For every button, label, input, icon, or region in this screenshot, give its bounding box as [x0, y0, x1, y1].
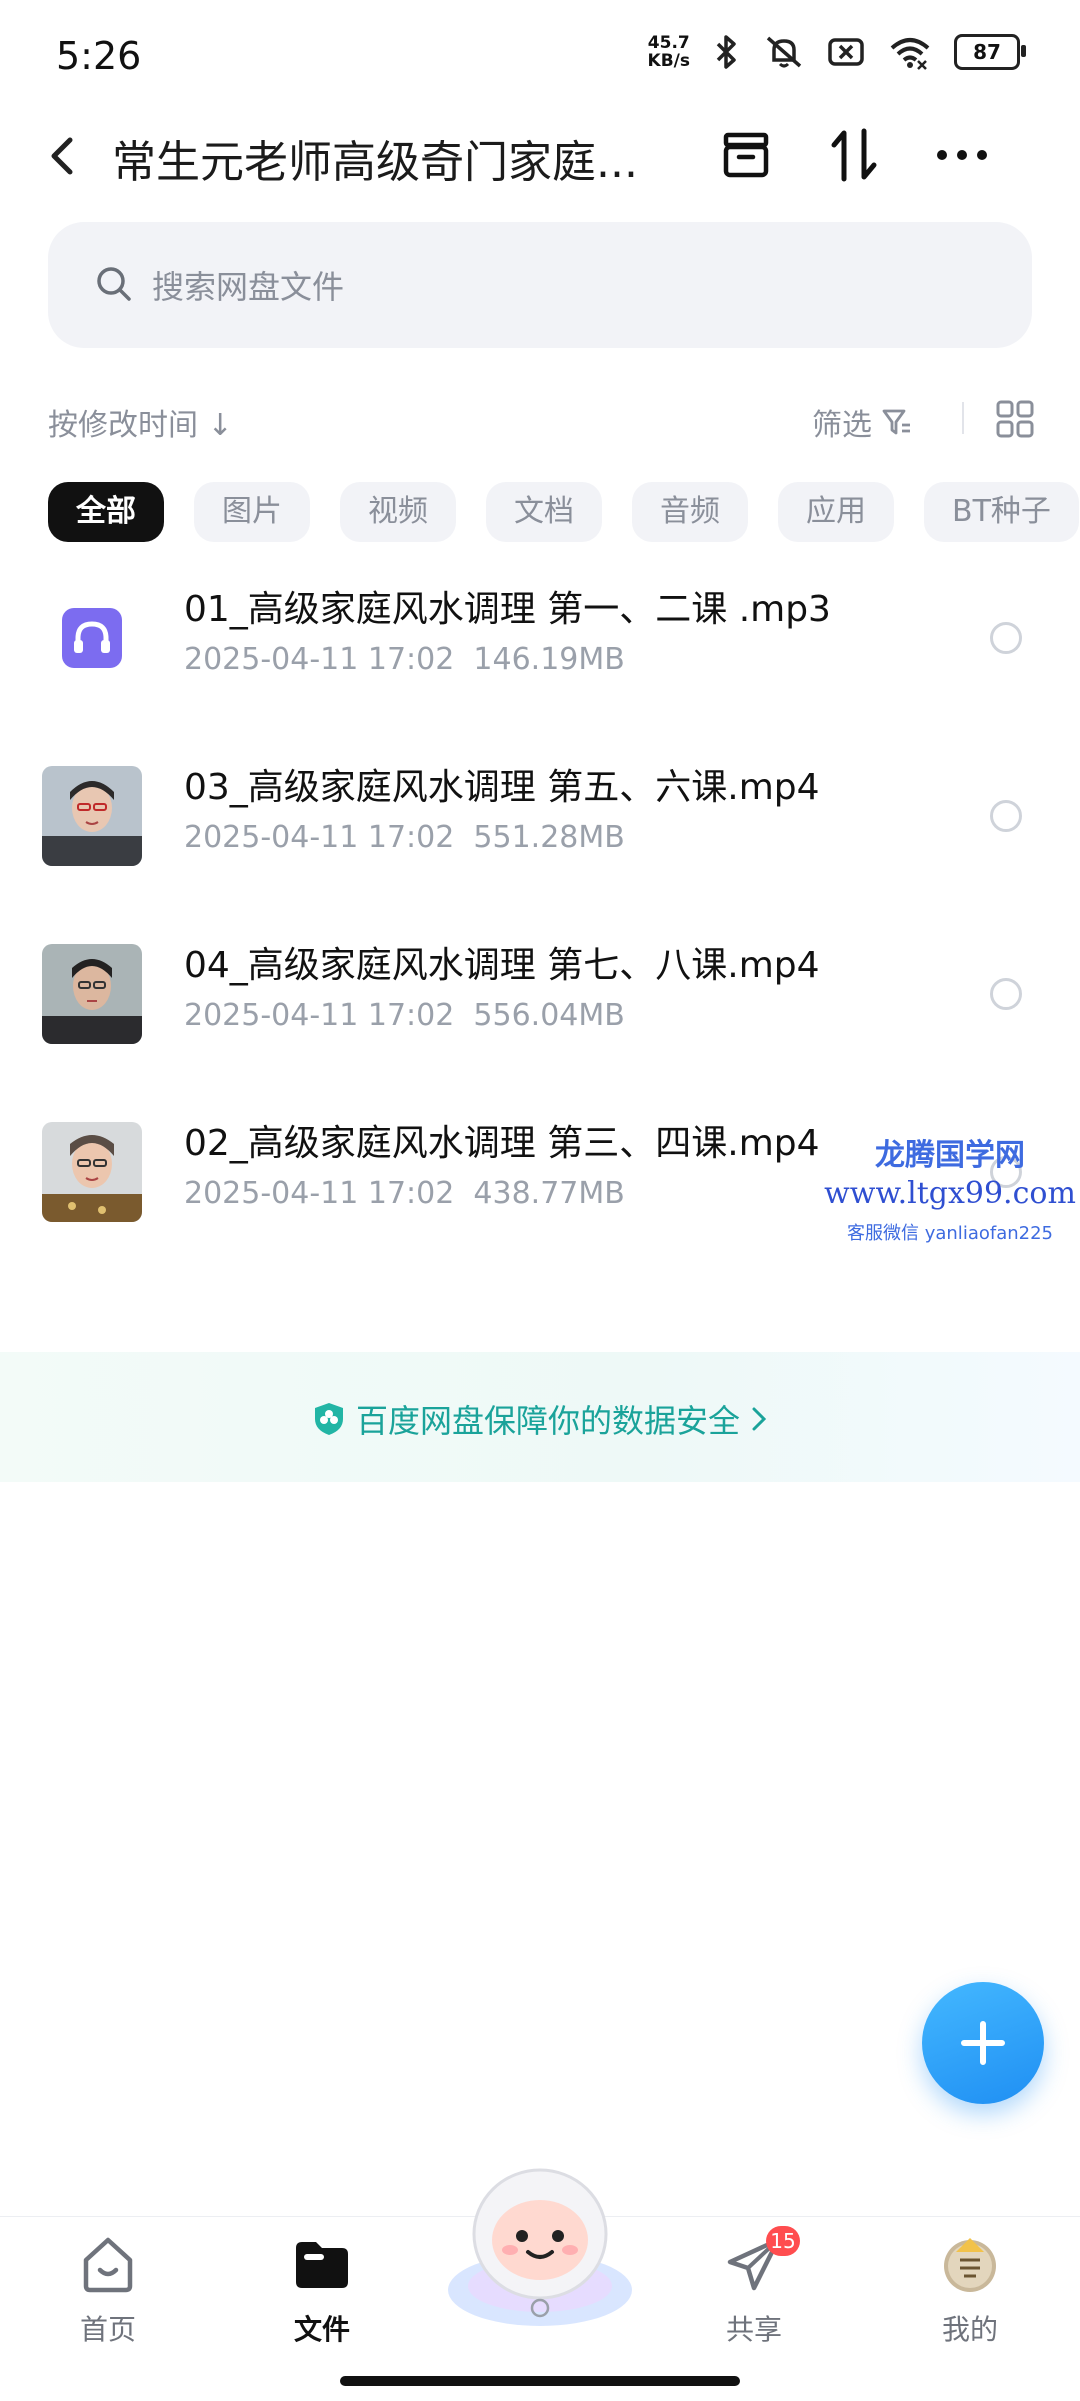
- nav-share-label: 共享: [725, 2313, 782, 2346]
- status-bar: 5:26 45.7 KB/s 87: [0, 0, 1080, 110]
- more-icon: [937, 150, 987, 160]
- file-name: 01_高级家庭风水调理 第一、二课 .mp3: [184, 589, 831, 630]
- category-tabs: 全部 图片 视频 文档 音频 应用 BT种子: [48, 482, 1079, 542]
- home-indicator[interactable]: [340, 2376, 740, 2386]
- tab-bt-torrents[interactable]: BT种子: [924, 482, 1079, 542]
- watermark-title: 龙腾国学网: [875, 1138, 1025, 1173]
- person-portrait-thumbnail: [42, 1122, 142, 1222]
- file-row[interactable]: 04_高级家庭风水调理 第七、八课.mp4 2025-04-11 17:02 5…: [0, 944, 1080, 1122]
- wifi-icon: [890, 38, 930, 70]
- audio-file-icon: [62, 608, 122, 668]
- security-banner[interactable]: 百度网盘保障你的数据安全: [0, 1396, 1080, 1442]
- chevron-left-icon[interactable]: [42, 128, 82, 184]
- video-thumbnail: [42, 944, 142, 1044]
- archive-button[interactable]: [714, 120, 778, 190]
- file-meta: 2025-04-11 17:02 556.04MB: [184, 998, 625, 1033]
- file-meta: 2025-04-11 17:02 438.77MB: [184, 1176, 625, 1211]
- net-speed-value: 45.7: [647, 33, 690, 53]
- plus-icon: [961, 2021, 1005, 2065]
- mascot-icon[interactable]: [440, 2160, 640, 2330]
- file-date: 2025-04-11 17:02: [184, 998, 455, 1033]
- tab-all[interactable]: 全部: [48, 482, 164, 542]
- mute-bell-icon: [766, 36, 802, 68]
- file-size: 551.28MB: [473, 820, 625, 855]
- file-row[interactable]: 03_高级家庭风水调理 第五、六课.mp4 2025-04-11 17:02 5…: [0, 766, 1080, 944]
- sort-button[interactable]: [822, 120, 886, 190]
- security-banner-text: 百度网盘保障你的数据安全: [355, 1402, 740, 1440]
- home-icon: [83, 2237, 133, 2293]
- sim-off-icon: [828, 38, 864, 66]
- video-thumbnail: [42, 1122, 142, 1222]
- filter-label: 筛选: [812, 408, 872, 443]
- tab-apps[interactable]: 应用: [778, 482, 894, 542]
- filter-icon: [882, 409, 910, 435]
- file-size: 146.19MB: [473, 642, 625, 677]
- select-radio[interactable]: [990, 800, 1022, 832]
- tab-audio[interactable]: 音频: [632, 482, 748, 542]
- person-portrait-thumbnail: [42, 766, 142, 866]
- file-date: 2025-04-11 17:02: [184, 642, 455, 677]
- avatar-icon: [944, 2238, 996, 2292]
- file-name: 04_高级家庭风水调理 第七、八课.mp4: [184, 945, 820, 986]
- tab-documents[interactable]: 文档: [486, 482, 602, 542]
- file-date: 2025-04-11 17:02: [184, 1176, 455, 1211]
- file-meta: 2025-04-11 17:02 551.28MB: [184, 820, 625, 855]
- nav-home[interactable]: 首页: [48, 2232, 168, 2348]
- share-badge: 15: [766, 2226, 800, 2256]
- file-date: 2025-04-11 17:02: [184, 820, 455, 855]
- nav-me[interactable]: 我的: [910, 2232, 1030, 2348]
- video-thumbnail: [42, 766, 142, 866]
- file-name: 03_高级家庭风水调理 第五、六课.mp4: [184, 767, 820, 808]
- file-size: 438.77MB: [473, 1176, 625, 1211]
- status-time: 5:26: [56, 34, 142, 78]
- shield-icon: [314, 1403, 343, 1435]
- sort-arrows-icon: [831, 128, 877, 182]
- chevron-right-icon: [752, 1407, 767, 1431]
- net-speed: 45.7 KB/s: [648, 34, 690, 70]
- nav-share[interactable]: 15 共享: [694, 2226, 814, 2348]
- search-placeholder: 搜索网盘文件: [152, 268, 345, 306]
- select-radio[interactable]: [990, 978, 1022, 1010]
- status-icons: 45.7 KB/s 87: [648, 34, 1026, 70]
- file-size: 556.04MB: [473, 998, 625, 1033]
- select-radio[interactable]: [990, 622, 1022, 654]
- watermark: 龙腾国学网 www.ltgx99.com 客服微信 yanliaofan225: [820, 1130, 1080, 1245]
- archive-icon: [723, 132, 769, 178]
- search-icon: [97, 267, 131, 301]
- file-thumbnail: [42, 588, 142, 688]
- person-portrait-thumbnail: [42, 944, 142, 1044]
- nav-files[interactable]: 文件: [262, 2232, 382, 2348]
- battery-level: 87: [973, 40, 1001, 64]
- file-meta: 2025-04-11 17:02 146.19MB: [184, 642, 625, 677]
- more-button[interactable]: [930, 120, 994, 190]
- battery-indicator: 87: [954, 34, 1026, 70]
- nav-home-label: 首页: [79, 2313, 136, 2346]
- tab-images[interactable]: 图片: [194, 482, 310, 542]
- file-row[interactable]: 01_高级家庭风水调理 第一、二课 .mp3 2025-04-11 17:02 …: [0, 588, 1080, 766]
- file-name: 02_高级家庭风水调理 第三、四课.mp4: [184, 1123, 820, 1164]
- grid-view-icon[interactable]: [996, 400, 1034, 438]
- toolbar-divider: [962, 402, 964, 434]
- sort-by-modified-time[interactable]: 按修改时间 ↓: [48, 400, 233, 444]
- tab-videos[interactable]: 视频: [340, 482, 456, 542]
- watermark-contact: 客服微信 yanliaofan225: [847, 1223, 1053, 1244]
- nav-files-label: 文件: [293, 2313, 350, 2346]
- add-button[interactable]: [922, 1982, 1044, 2104]
- bluetooth-icon: [716, 35, 736, 69]
- page-title: 常生元老师高级奇门家庭...: [112, 137, 638, 188]
- search-bar[interactable]: 搜索网盘文件: [48, 222, 1032, 348]
- nav-me-label: 我的: [941, 2313, 998, 2346]
- net-speed-unit: KB/s: [647, 51, 690, 71]
- watermark-url: www.ltgx99.com: [824, 1176, 1076, 1211]
- filter-button[interactable]: 筛选: [812, 400, 914, 444]
- folder-icon: [296, 2242, 348, 2288]
